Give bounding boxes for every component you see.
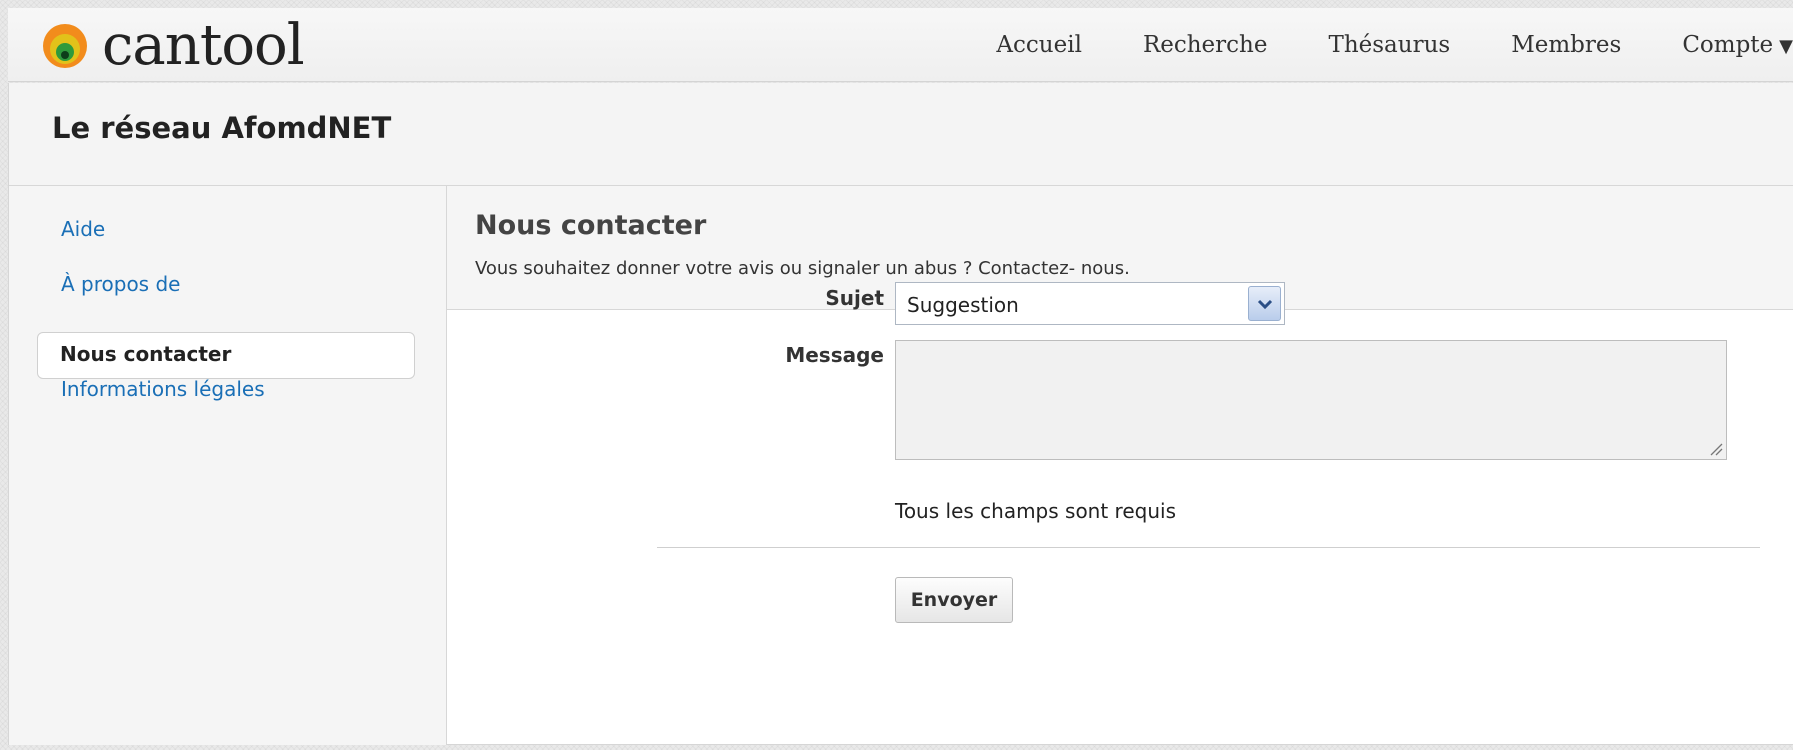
cantool-logo-icon	[43, 24, 87, 68]
main-nav: Accueil Recherche Thésaurus Membres Comp…	[935, 8, 1793, 82]
sidebar: Aide À propos de Nous contacter Informat…	[9, 186, 447, 745]
nav-item-compte[interactable]: Compte ▼	[1682, 32, 1793, 58]
network-header: Le réseau AfomdNET	[9, 83, 1793, 186]
network-title: Le réseau AfomdNET	[52, 111, 392, 145]
message-label: Message	[785, 343, 884, 367]
caret-down-icon: ▼	[1779, 36, 1793, 57]
resize-grip-icon[interactable]	[1707, 440, 1723, 456]
nav-item-thesaurus[interactable]: Thésaurus	[1328, 32, 1450, 58]
subject-select[interactable]: Suggestion	[895, 282, 1285, 325]
chevron-down-icon[interactable]	[1248, 286, 1281, 321]
send-button[interactable]: Envoyer	[895, 577, 1013, 623]
logo[interactable]: cantool	[40, 13, 305, 78]
nav-item-compte-label: Compte	[1682, 32, 1774, 58]
message-textarea[interactable]	[895, 340, 1727, 460]
top-navigation-bar: cantool Accueil Recherche Thésaurus Memb…	[8, 8, 1793, 82]
sidebar-item-a-propos[interactable]: À propos de	[61, 272, 180, 296]
chevron-down-glyph	[1257, 299, 1272, 309]
page-title: Nous contacter	[475, 210, 707, 241]
page-description: Vous souhaitez donner votre avis ou sign…	[475, 258, 1130, 279]
nav-item-accueil[interactable]: Accueil	[996, 32, 1082, 58]
form-divider	[657, 547, 1760, 548]
subject-label: Sujet	[825, 286, 884, 310]
logo-text: cantool	[102, 13, 305, 78]
required-fields-note: Tous les champs sont requis	[895, 499, 1176, 523]
sidebar-item-nous-contacter[interactable]: Nous contacter	[37, 332, 415, 379]
nav-item-membres[interactable]: Membres	[1511, 32, 1621, 58]
page: cantool Accueil Recherche Thésaurus Memb…	[0, 0, 1793, 750]
nav-item-recherche[interactable]: Recherche	[1143, 32, 1268, 58]
sidebar-item-aide[interactable]: Aide	[61, 217, 105, 241]
sidebar-item-informations-legales[interactable]: Informations légales	[61, 377, 265, 401]
subject-select-value: Suggestion	[907, 293, 1019, 317]
